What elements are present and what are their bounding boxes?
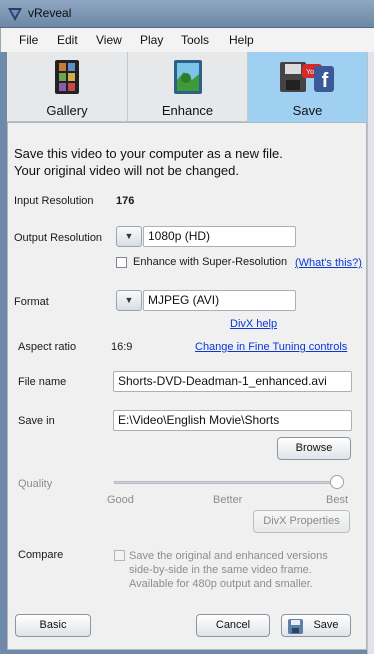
menu-view[interactable]: View bbox=[96, 33, 122, 47]
input-resolution-value: 176 bbox=[116, 195, 135, 207]
compare-description: Save the original and enhanced versions … bbox=[129, 549, 328, 591]
quality-label: Quality bbox=[18, 478, 53, 490]
file-name-input[interactable]: Shorts-DVD-Deadman-1_enhanced.avi bbox=[113, 371, 352, 392]
mode-tabs: Gallery Enhance You f Save bbox=[7, 52, 367, 122]
save-panel: Save this video to your computer as a ne… bbox=[7, 122, 367, 650]
window-title: vReveal bbox=[28, 6, 72, 20]
menu-edit[interactable]: Edit bbox=[57, 33, 78, 47]
film-strip-icon bbox=[55, 60, 79, 94]
basic-button[interactable]: Basic bbox=[15, 614, 91, 637]
save-button[interactable]: Save bbox=[281, 614, 351, 637]
format-dropdown-button[interactable]: ▼ bbox=[116, 290, 142, 311]
format-field[interactable]: MJPEG (AVI) bbox=[143, 290, 296, 311]
compare-text-2: side-by-side in the same video frame. bbox=[129, 564, 312, 576]
input-resolution-label: Input Resolution bbox=[14, 195, 94, 207]
format-label: Format bbox=[14, 296, 49, 308]
save-in-label: Save in bbox=[18, 415, 55, 427]
divx-help-link[interactable]: DivX help bbox=[230, 318, 277, 330]
window-scroll-edge[interactable] bbox=[367, 52, 374, 654]
super-resolution-label: Enhance with Super-Resolution bbox=[133, 256, 288, 268]
quality-slider-track[interactable] bbox=[114, 481, 342, 484]
landscape-photo-icon bbox=[173, 60, 202, 94]
intro-line-1: Save this video to your computer as a ne… bbox=[14, 146, 283, 161]
compare-label: Compare bbox=[18, 549, 64, 561]
menu-help[interactable]: Help bbox=[229, 33, 254, 47]
save-in-input[interactable]: E:\Video\English Movie\Shorts bbox=[113, 410, 352, 431]
intro-line-2: Your original video will not be changed. bbox=[14, 163, 240, 178]
whats-this-link[interactable]: (What's this?) bbox=[295, 257, 362, 269]
output-resolution-field[interactable]: 1080p (HD) bbox=[143, 226, 296, 247]
menu-file[interactable]: File bbox=[19, 33, 38, 47]
quality-tick-good: Good bbox=[107, 494, 134, 506]
tab-save[interactable]: You f Save bbox=[248, 52, 367, 122]
file-name-label: File name bbox=[18, 376, 67, 388]
tab-enhance[interactable]: Enhance bbox=[128, 52, 248, 122]
quality-tick-better: Better bbox=[213, 494, 243, 506]
output-resolution-dropdown-button[interactable]: ▼ bbox=[116, 226, 142, 247]
save-button-label: Save bbox=[313, 619, 339, 631]
tab-enhance-label: Enhance bbox=[161, 103, 214, 118]
aspect-ratio-value: 16:9 bbox=[111, 341, 133, 353]
compare-text-1: Save the original and enhanced versions bbox=[129, 550, 328, 562]
cancel-button[interactable]: Cancel bbox=[196, 614, 270, 637]
menu-play[interactable]: Play bbox=[140, 33, 163, 47]
quality-slider-thumb[interactable] bbox=[330, 475, 344, 489]
save-youtube-facebook-icon: You f bbox=[279, 62, 334, 92]
change-fine-tuning-link[interactable]: Change in Fine Tuning controls bbox=[195, 341, 347, 353]
chevron-down-icon: ▼ bbox=[124, 231, 134, 241]
super-resolution-checkbox[interactable] bbox=[116, 257, 127, 268]
output-resolution-label: Output Resolution bbox=[14, 232, 103, 244]
compare-checkbox[interactable] bbox=[114, 550, 125, 561]
browse-button[interactable]: Browse bbox=[277, 437, 351, 460]
aspect-ratio-label: Aspect ratio bbox=[18, 341, 77, 353]
title-bar: vReveal bbox=[0, 0, 374, 28]
vreveal-logo-icon bbox=[8, 8, 22, 21]
menu-tools[interactable]: Tools bbox=[181, 33, 209, 47]
compare-text-3: Available for 480p output and smaller. bbox=[129, 578, 313, 590]
quality-tick-best: Best bbox=[326, 494, 349, 506]
svg-text:f: f bbox=[321, 70, 328, 92]
tab-save-label: Save bbox=[292, 103, 323, 118]
chevron-down-icon: ▼ bbox=[124, 295, 134, 305]
menu-bar: File Edit View Play Tools Help bbox=[0, 28, 374, 52]
tab-gallery-label: Gallery bbox=[46, 103, 88, 118]
intro-text: Save this video to your computer as a ne… bbox=[14, 145, 283, 179]
tab-gallery[interactable]: Gallery bbox=[7, 52, 128, 122]
divx-properties-button[interactable]: DivX Properties bbox=[253, 510, 350, 533]
save-disk-icon bbox=[288, 619, 303, 634]
